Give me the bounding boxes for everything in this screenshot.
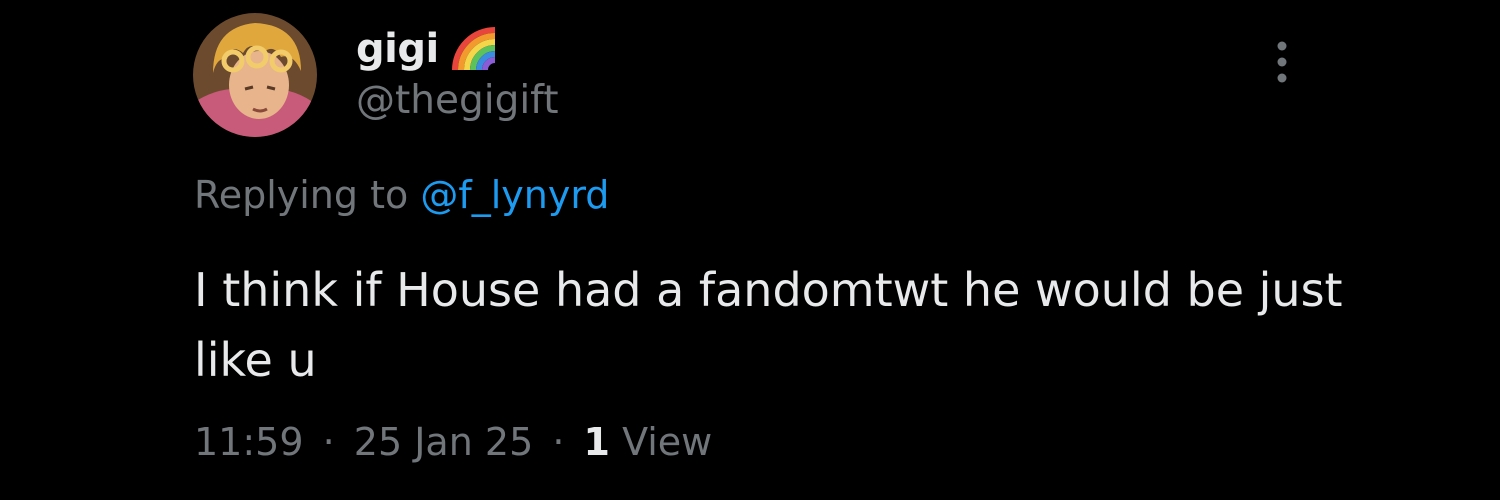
- meta-separator: ·: [552, 420, 565, 464]
- tweet: gigi @thegigift Replying to @f_lynyrd I …: [0, 0, 1500, 500]
- author-name-row: gigi: [356, 22, 503, 76]
- views-label: View: [622, 420, 713, 464]
- rainbow-icon: [451, 26, 503, 72]
- display-name[interactable]: gigi: [356, 26, 439, 72]
- tweet-meta: 11:59 · 25 Jan 25 · 1 View: [194, 420, 712, 464]
- more-options-button[interactable]: [1262, 38, 1302, 86]
- author-handle[interactable]: @thegigift: [356, 78, 559, 123]
- replying-to-label: Replying to: [194, 173, 409, 217]
- tweet-time[interactable]: 11:59: [194, 420, 304, 464]
- more-vertical-icon: [1277, 41, 1287, 83]
- replying-to-line: Replying to @f_lynyrd: [194, 173, 609, 217]
- tweet-date[interactable]: 25 Jan 25: [354, 420, 533, 464]
- reply-mention-link[interactable]: @f_lynyrd: [420, 173, 609, 217]
- avatar[interactable]: [193, 13, 317, 137]
- views-count: 1: [583, 420, 610, 464]
- tweet-text: I think if House had a fandomtwt he woul…: [194, 263, 1343, 387]
- meta-separator: ·: [322, 420, 335, 464]
